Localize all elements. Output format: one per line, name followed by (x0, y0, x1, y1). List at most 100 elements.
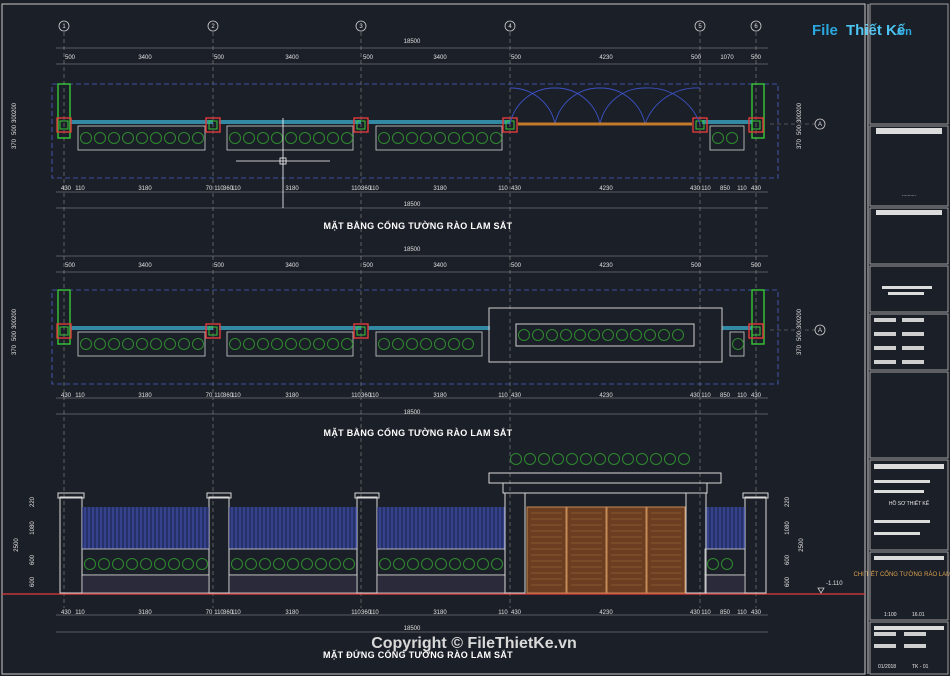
title-block-bar-3 (888, 292, 924, 295)
elev-total-dim: 18500 (404, 626, 421, 632)
plan1-fence-top-2 (368, 120, 510, 124)
elev-right-dim-4: 2500 (799, 538, 805, 552)
plan2-right-side-dim-0: 370 (797, 344, 803, 355)
title-block-tag-4 (902, 318, 924, 322)
plan2-top-dim-6: 500 (511, 263, 522, 269)
elev-bottom-dim-14: 4230 (599, 610, 613, 616)
elev-bottom-dim-13: 430 (511, 610, 522, 616)
plan2-fence-top-3 (722, 326, 752, 330)
elev-gate-leaf-3 (646, 506, 686, 594)
title-block-code: TK - 01 (912, 664, 929, 670)
elev-bottom-dim-17: 850 (720, 610, 731, 616)
plan1-bottom-dim-14: 4230 (599, 186, 613, 192)
plan1-bottom-dim-18: 110 (737, 186, 747, 192)
plan2-bottom-dim-7: 3180 (285, 393, 299, 399)
plan2-fence-top-1 (219, 326, 361, 330)
plan2-bottom-dim-2: 3180 (138, 393, 152, 399)
plan2-bottom-dim-12: 110 (498, 393, 508, 399)
plan1-bottom-dim-10: 110 (369, 186, 379, 192)
elev-bottom-dim-10: 110 (369, 610, 379, 616)
plan2-bottom-dim-15: 430 (690, 393, 701, 399)
plan2-bottom-dim-10: 110 (369, 393, 379, 399)
axis-a-label-1: A (818, 328, 822, 334)
elev-bottom-dim-6: 110 (231, 610, 241, 616)
plan2-left-side-dim-3: 200 (12, 308, 18, 319)
elev-bottom-dim-2: 3180 (138, 610, 152, 616)
drawing-background (0, 0, 950, 676)
plan2-top-dim-7: 4230 (599, 263, 613, 269)
plan1-top-dim-3: 3400 (285, 55, 299, 61)
plan1-bottom-dim-6: 110 (231, 186, 241, 192)
title-block-drawing-name: CHI TIẾT CỔNG TƯỜNG RÀO LAM SẮT (854, 570, 950, 578)
title-block-tag-7 (902, 360, 924, 364)
plan2-bottom-dim-17: 850 (720, 393, 731, 399)
title-block-name-small: HỒ SƠ THIẾT KẾ (889, 500, 930, 507)
axis-a-label-0: A (818, 122, 822, 128)
plan2-total-dim-top: 18500 (404, 247, 421, 253)
plan2-right-side-dim-3: 200 (797, 308, 803, 319)
plan1-top-dim-8: 500 (691, 55, 702, 61)
plan1-bottom-dim-19: 430 (751, 186, 762, 192)
plan1-right-side-dim-0: 370 (797, 138, 803, 149)
elev-left-dim-4: 2500 (14, 538, 20, 552)
elev-base-3 (704, 574, 746, 594)
plan2-top-dim-5: 3400 (433, 263, 447, 269)
elev-right-dim-1: 1080 (785, 521, 791, 535)
title-block-tag-3 (874, 360, 896, 364)
elev-left-dim-2: 600 (30, 554, 36, 565)
plan1-bottom-dim-12: 110 (498, 186, 508, 192)
plan2-fence-top-0 (70, 326, 213, 330)
plan1-total-dim-top: 18500 (404, 39, 421, 45)
elev-bottom-dim-15: 430 (690, 610, 701, 616)
plan1-top-dim-6: 500 (511, 55, 522, 61)
plan2-bottom-dim-1: 110 (75, 393, 85, 399)
elev-bottom-dim-3: 70 (206, 610, 213, 616)
plan1-left-side-dim-0: 370 (12, 138, 18, 149)
plan2-bottom-dim-8: 110 (351, 393, 361, 399)
plan1-fence-top-1 (219, 120, 361, 124)
plan1-top-dim-7: 4230 (599, 55, 613, 61)
title-block-tag-0 (874, 318, 896, 322)
title-block-scale: 1:100 (884, 612, 897, 618)
level-mark: -1.110 (826, 581, 843, 587)
plan1-title: MẶT BẰNG CỔNG TƯỜNG RÀO LAM SẮT (324, 220, 513, 231)
elev-left-dim-0: 220 (30, 496, 36, 507)
plan1-bottom-dim-3: 70 (206, 186, 213, 192)
plan2-top-dim-1: 3400 (138, 263, 152, 269)
title-block-tag-6 (902, 346, 924, 350)
plan1-right-side-dim-3: 200 (797, 102, 803, 113)
plan1-bottom-dim-8: 110 (351, 186, 361, 192)
plan2-right-side-dim-1: 500 (797, 330, 803, 341)
plan2-bottom-dim-6: 110 (231, 393, 241, 399)
plan2-bottom-dim-11: 3180 (433, 393, 447, 399)
elev-gate-leaf-2 (606, 506, 647, 594)
title-block-bar-10 (874, 626, 944, 630)
elev-bottom-dim-19: 430 (751, 610, 762, 616)
plan2-top-dim-9: 500 (751, 263, 762, 269)
plan1-bottom-dim-0: 430 (61, 186, 72, 192)
elev-left-dim-3: 600 (30, 576, 36, 587)
elev-bottom-dim-16: 110 (701, 610, 711, 616)
cad-drawing-canvas: 1 2 3 4 5 6AA 500 3400 500 3400 500 3400 500 4230 500… (0, 0, 950, 676)
logo-part-vn: .vn (896, 26, 912, 38)
plan1-top-dim-2: 500 (214, 55, 225, 61)
plan2-bottom-dim-0: 430 (61, 393, 72, 399)
plan2-top-dim-4: 500 (363, 263, 374, 269)
elev-bottom-dim-0: 430 (61, 610, 72, 616)
title-block-tag-10 (874, 644, 896, 648)
title-block-tag-11 (904, 644, 926, 648)
title-block-bar-1 (876, 210, 942, 215)
plan2-total-dim-bottom: 18500 (404, 410, 421, 416)
plan1-total-dim-bottom: 18500 (404, 202, 421, 208)
title-block-dots: .......... (902, 192, 916, 198)
title-block-bar-6 (874, 490, 924, 493)
elev-bottom-dim-11: 3180 (433, 610, 447, 616)
elev-bottom-dim-8: 110 (351, 610, 361, 616)
plan1-fence-top-0 (70, 120, 213, 124)
elev-bottom-dim-18: 110 (737, 610, 747, 616)
title-block-date: 01/2018 (878, 664, 896, 670)
plan2-fence-top-2 (368, 326, 490, 330)
elev-base-2 (376, 574, 506, 594)
title-block-bar-4 (874, 464, 944, 469)
plan1-top-dim-1: 3400 (138, 55, 152, 61)
